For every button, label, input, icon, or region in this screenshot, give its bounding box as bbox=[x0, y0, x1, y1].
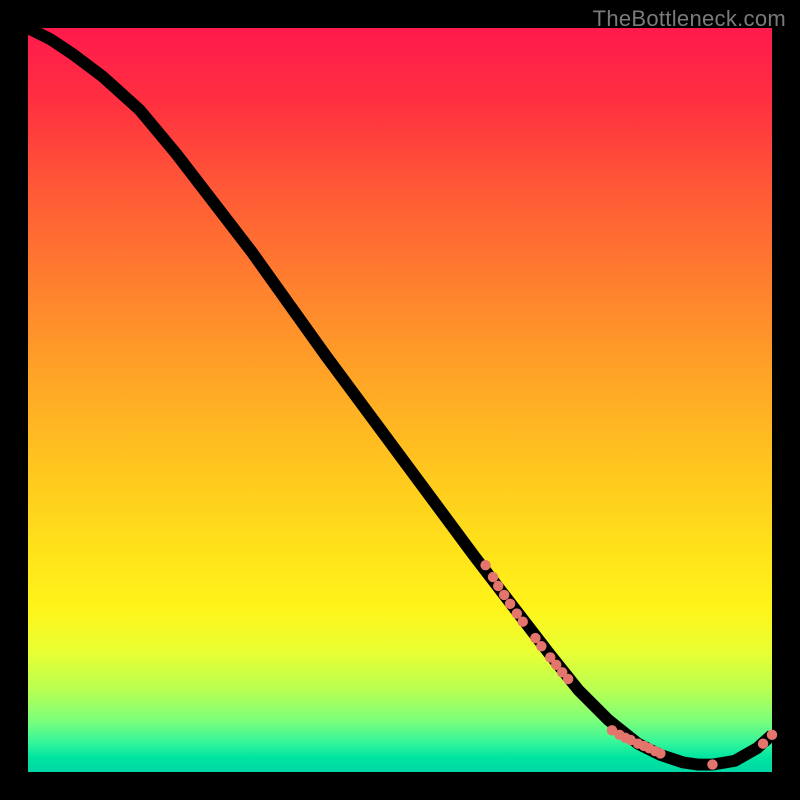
data-point bbox=[563, 674, 573, 684]
data-point bbox=[505, 599, 515, 609]
bottleneck-curve bbox=[28, 28, 772, 765]
chart-svg bbox=[28, 28, 772, 772]
data-point bbox=[488, 572, 498, 582]
data-point bbox=[499, 590, 509, 600]
data-point bbox=[767, 730, 777, 740]
watermark-text: TheBottleneck.com bbox=[593, 6, 786, 32]
data-point bbox=[536, 641, 546, 651]
plot-area bbox=[28, 28, 772, 772]
data-point bbox=[707, 759, 717, 769]
data-point bbox=[655, 748, 665, 758]
data-points bbox=[480, 560, 777, 770]
chart-frame: TheBottleneck.com bbox=[0, 0, 800, 800]
data-point bbox=[758, 739, 768, 749]
data-point bbox=[518, 617, 528, 627]
data-point bbox=[480, 560, 490, 570]
data-point bbox=[493, 581, 503, 591]
